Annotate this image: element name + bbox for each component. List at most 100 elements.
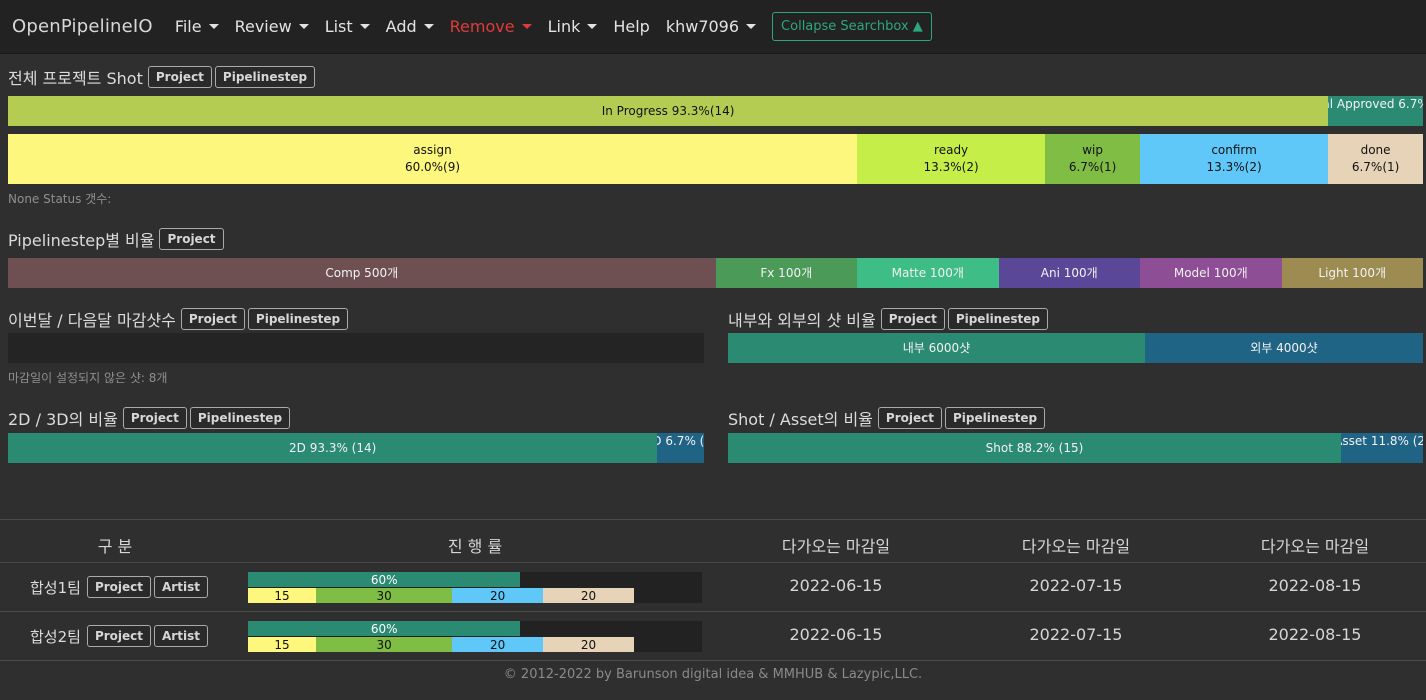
- status-breakdown: 15 30 20 20: [248, 637, 634, 652]
- segment-label: Asset 11.8% (2): [1341, 434, 1423, 448]
- status-segment: 20: [543, 637, 634, 652]
- project-button[interactable]: Project: [86, 576, 152, 598]
- chevron-down-icon: [208, 24, 219, 29]
- segment-label: Shot 88.2% (15): [985, 440, 1084, 455]
- segment-label: Final Approved 6.7%(1): [1328, 97, 1423, 111]
- segment-name: assign: [413, 143, 452, 157]
- collapse-searchbox-button[interactable]: Collapse Searchbox ▲: [772, 12, 932, 41]
- header-category: 구 분: [97, 537, 133, 556]
- artist-button[interactable]: Artist: [154, 625, 208, 647]
- dim-title: 2D / 3D의 비율: [8, 410, 118, 429]
- project-button[interactable]: Project: [880, 308, 945, 330]
- shotasset-title: Shot / Asset의 비율: [728, 410, 873, 429]
- project-button[interactable]: Project: [877, 407, 942, 429]
- inout-segment: 외부 4000샷: [1145, 333, 1423, 363]
- segment-label: Light 100개: [1318, 265, 1387, 280]
- nav-menu-link[interactable]: Link: [548, 17, 598, 36]
- nav-menu-label: List: [324, 17, 353, 36]
- status-segment: 20: [543, 588, 634, 603]
- total-progress-bar: In Progress 93.3%(14) Final Approved 6.7%…: [8, 96, 1423, 126]
- status-segment: 15: [248, 588, 317, 603]
- team-name: 합성2팀: [30, 627, 81, 646]
- dim-segment: 2D 93.3% (14): [8, 433, 658, 463]
- project-button[interactable]: Project: [159, 228, 224, 250]
- header-deadline-1: 다가오는 마감일: [781, 537, 891, 556]
- nav-menu-label: Review: [234, 17, 292, 36]
- header-deadline-3: 다가오는 마감일: [1260, 537, 1370, 556]
- inout-segment: 내부 6000샷: [728, 333, 1145, 363]
- nav-menu-label: Remove: [449, 17, 515, 36]
- segment-label: 2D 93.3% (14): [289, 440, 377, 455]
- team-progress: 60% 15 30 20 20: [248, 572, 702, 603]
- nav-menu-add[interactable]: Add: [386, 17, 434, 36]
- segment-label: 3D 6.7% (1): [657, 434, 704, 448]
- nav-menu-label: Link: [547, 17, 581, 36]
- navbar: OpenPipelineIO File Review List Add Remove Li…: [0, 0, 1426, 54]
- brand-logo[interactable]: OpenPipelineIO: [12, 16, 153, 37]
- segment-name: confirm: [1211, 143, 1257, 157]
- pipelinestep-button[interactable]: Pipelinestep: [214, 66, 316, 88]
- status-segment: done 6.7%(1): [1328, 134, 1423, 184]
- progress-segment: In Progress 93.3%(14): [8, 96, 1329, 126]
- pipelinestep-button[interactable]: Pipelinestep: [944, 407, 1046, 429]
- pipelinestep-button[interactable]: Pipelinestep: [247, 308, 349, 330]
- segment-value: 6.7%(1): [1068, 160, 1117, 174]
- segment-value: 60.0%(9): [404, 160, 461, 174]
- nav-menu-label: Help: [613, 17, 650, 36]
- segment-label: 외부 4000샷: [1250, 340, 1318, 355]
- none-status-note: None Status 갯수:: [8, 192, 112, 206]
- pipelinestep-title: Pipelinestep별 비율: [8, 231, 155, 250]
- segment-label: Comp 500개: [325, 265, 399, 280]
- inout-title: 내부와 외부의 샷 비율: [728, 311, 876, 330]
- nav-menu-label: Add: [385, 17, 417, 36]
- deadline-date: 2022-06-15: [789, 576, 883, 595]
- nav-menu-review[interactable]: Review: [235, 17, 309, 36]
- pipelinestep-button[interactable]: Pipelinestep: [947, 308, 1048, 330]
- project-button[interactable]: Project: [86, 625, 152, 647]
- segment-label: Fx 100개: [760, 265, 813, 280]
- segment-label: Ani 100개: [1040, 265, 1098, 280]
- nav-menu-remove[interactable]: Remove: [450, 17, 532, 36]
- header-deadline-2: 다가오는 마감일: [1021, 537, 1131, 556]
- segment-label: Model 100개: [1173, 265, 1248, 280]
- status-breakdown: 15 30 20 20: [248, 588, 634, 603]
- nav-menu-khw7096[interactable]: khw7096: [666, 17, 757, 36]
- dim-title-row: 2D / 3D의 비율 Project Pipelinestep: [8, 406, 291, 430]
- table-row: 합성2팀 Project Artist 60% 15 30 20 20 2022-06-15 20…: [0, 611, 1426, 660]
- nav-menu-help[interactable]: Help: [613, 17, 649, 36]
- segment-label: In Progress 93.3%(14): [601, 103, 735, 118]
- project-button[interactable]: Project: [180, 308, 245, 330]
- deadline-title-row: 이번달 / 다음달 마감샷수 Project Pipelinestep: [8, 307, 349, 331]
- deadline-date: 2022-07-15: [1029, 625, 1123, 644]
- project-button[interactable]: Project: [147, 66, 212, 88]
- total-status-bar: assign 60.0%(9) ready 13.3%(2) wip 6.7%(1) con…: [8, 134, 1423, 184]
- pipelinestep-button[interactable]: Pipelinestep: [189, 407, 291, 429]
- shotasset-title-row: Shot / Asset의 비율 Project Pipelinestep: [728, 406, 1046, 430]
- pipelinestep-segment: Ani 100개: [998, 258, 1140, 288]
- status-segment: assign 60.0%(9): [8, 134, 857, 184]
- team-name: 합성1팀: [30, 578, 81, 597]
- status-segment: 30: [316, 588, 453, 603]
- status-segment: 20: [452, 637, 544, 652]
- status-segment: 15: [248, 637, 317, 652]
- progress-fill: 60%: [248, 572, 521, 587]
- chevron-down-icon: [359, 24, 370, 29]
- segment-label: Matte 100개: [891, 265, 964, 280]
- status-segment: 30: [316, 637, 453, 652]
- pipelinestep-segment: Light 100개: [1281, 258, 1423, 288]
- inout-bar: 내부 6000샷 외부 4000샷: [728, 333, 1423, 363]
- chevron-down-icon: [423, 24, 434, 29]
- nav-menu-group: File Review List Add Remove Link Help khw7096: [175, 17, 772, 36]
- chevron-down-icon: [587, 24, 598, 29]
- segment-value: 13.3%(2): [923, 160, 979, 174]
- segment-name: wip: [1082, 143, 1103, 157]
- artist-button[interactable]: Artist: [154, 576, 208, 598]
- nav-menu-file[interactable]: File: [175, 17, 219, 36]
- chevron-down-icon: [521, 24, 532, 29]
- status-segment: 20: [452, 588, 544, 603]
- pipelinestep-segment: Comp 500개: [8, 258, 716, 288]
- project-button[interactable]: Project: [122, 407, 187, 429]
- deadline-note: 마감일이 설정되지 않은 샷: 8개: [8, 371, 168, 385]
- deadline-bar: [8, 333, 704, 363]
- nav-menu-list[interactable]: List: [325, 17, 370, 36]
